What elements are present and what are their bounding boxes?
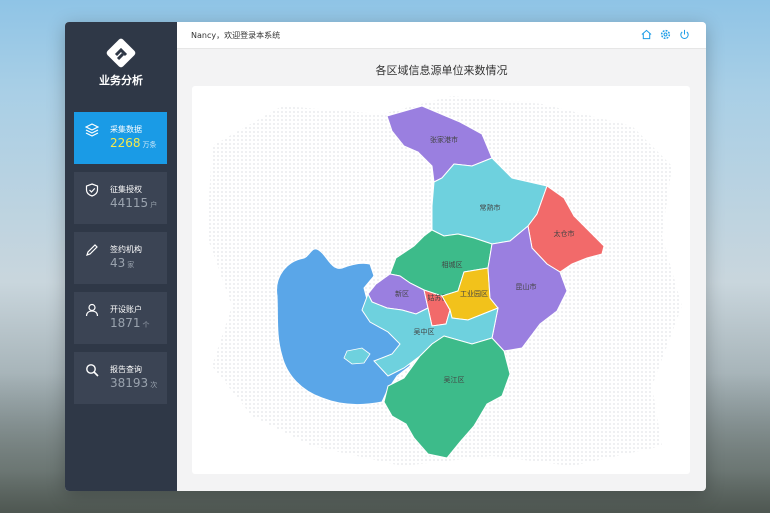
pencil-icon <box>86 244 98 256</box>
search-icon <box>86 364 99 377</box>
region-label: 张家港市 <box>430 135 458 144</box>
sidebar-item-value: 1871 个 <box>110 316 150 330</box>
logo-icon <box>106 38 136 68</box>
sidebar-item-label: 征集授权 <box>110 185 142 194</box>
top-bar: Nancy，欢迎登录本系统 <box>177 22 706 49</box>
sidebar-item-unit: 家 <box>127 261 135 269</box>
user-icon <box>85 303 99 317</box>
sidebar-item-value: 38193 次 <box>110 376 158 390</box>
page-title: 各区域信息源单位来数情况 <box>375 64 508 77</box>
sidebar-item-report-query[interactable]: 报告查询 38193 次 <box>74 352 167 404</box>
sidebar-item-institutions[interactable]: 签约机构 43 家 <box>74 232 167 284</box>
home-icon[interactable] <box>641 29 652 40</box>
region-label: 相城区 <box>442 260 463 269</box>
app-name: 业务分析 <box>99 74 143 87</box>
region-map: 张家港市 常熟市 太仓市 相城区 新区 姑苏区 工业园区 昆山市 吴中区 吴江区 <box>207 96 682 466</box>
sidebar-item-label: 签约机构 <box>110 245 142 254</box>
sidebar-item-unit: 个 <box>142 321 150 329</box>
sidebar: 业务分析 采集数据 2268 万条 征集授权 44115 户 签约机构 43 家… <box>65 22 177 491</box>
region-label: 太仓市 <box>554 229 575 238</box>
sidebar-item-unit: 户 <box>150 201 158 209</box>
app-window: 业务分析 采集数据 2268 万条 征集授权 44115 户 签约机构 43 家… <box>65 22 706 491</box>
sidebar-item-value: 2268 万条 <box>110 136 157 150</box>
sidebar-item-label: 开设账户 <box>110 305 142 314</box>
sidebar-item-authorization[interactable]: 征集授权 44115 户 <box>74 172 167 224</box>
shield-check-icon <box>85 183 99 197</box>
region-label: 吴江区 <box>444 376 465 384</box>
map-panel: 张家港市 常熟市 太仓市 相城区 新区 姑苏区 工业园区 昆山市 吴中区 吴江区 <box>192 86 690 474</box>
region-label: 常熟市 <box>480 203 501 212</box>
region-label: 工业园区 <box>460 289 488 298</box>
region-label: 新区 <box>395 289 409 298</box>
sidebar-menu: 采集数据 2268 万条 征集授权 44115 户 签约机构 43 家 开设账户… <box>74 112 167 412</box>
sidebar-item-value: 43 家 <box>110 256 135 270</box>
sidebar-item-label: 采集数据 <box>110 125 142 134</box>
app-logo: 业务分析 <box>65 22 177 92</box>
sidebar-item-unit: 万条 <box>142 141 157 149</box>
gear-icon[interactable] <box>660 29 671 40</box>
layers-icon <box>85 123 99 137</box>
region-label: 昆山市 <box>516 282 537 291</box>
sidebar-item-value: 44115 户 <box>110 196 158 210</box>
sidebar-item-collect-data[interactable]: 采集数据 2268 万条 <box>74 112 167 164</box>
sidebar-item-label: 报告查询 <box>110 365 142 374</box>
power-icon[interactable] <box>679 29 690 40</box>
region-label: 吴中区 <box>414 327 435 336</box>
sidebar-item-unit: 次 <box>150 381 158 389</box>
greeting-text: Nancy，欢迎登录本系统 <box>191 31 281 40</box>
sidebar-item-accounts[interactable]: 开设账户 1871 个 <box>74 292 167 344</box>
